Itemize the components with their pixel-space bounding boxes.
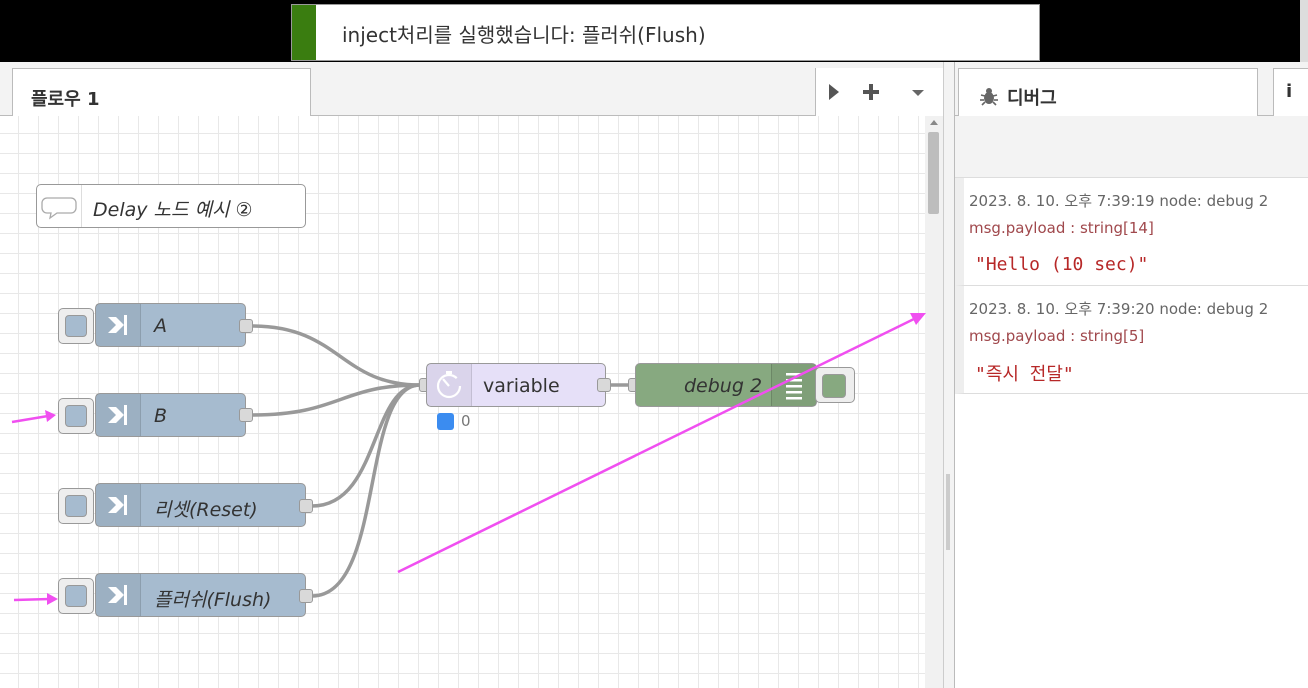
debug-message[interactable]: 2023. 8. 10. 오후 7:39:19 node: debug 2 ms…: [955, 178, 1308, 286]
sidebar-tab-bar: 디버그 i: [955, 62, 1308, 117]
message-value[interactable]: "Hello (10 sec)": [975, 254, 1148, 275]
tab-debug[interactable]: 디버그: [958, 68, 1258, 117]
separator-handle[interactable]: [946, 474, 950, 550]
debug-message-list: 2023. 8. 10. 오후 7:39:19 node: debug 2 ms…: [955, 178, 1308, 688]
message-meta: 2023. 8. 10. 오후 7:39:19 node: debug 2: [969, 192, 1269, 210]
annotation-arrowhead-flush: [47, 593, 58, 605]
annotation-layer: [11, 313, 926, 605]
debug-toolbar: [955, 116, 1308, 178]
message-value[interactable]: "즉시 전달": [975, 360, 1074, 386]
debug-tab-label: 디버그: [1007, 88, 1057, 109]
annotation-arrowhead-b: [45, 410, 56, 422]
message-topic[interactable]: msg.payload : string[5]: [969, 327, 1144, 345]
top-bar-edge: [1300, 0, 1308, 62]
tab-info[interactable]: i: [1273, 68, 1308, 116]
message-topic[interactable]: msg.payload : string[14]: [969, 219, 1154, 237]
debug-message[interactable]: 2023. 8. 10. 오후 7:39:20 node: debug 2 ms…: [955, 286, 1308, 394]
info-icon: i: [1286, 81, 1293, 102]
sidebar-separator[interactable]: [943, 62, 955, 688]
annotation-arrow-debug: [397, 316, 917, 574]
annotation-arrow-flush: [13, 597, 51, 602]
bug-icon: [980, 88, 998, 106]
annotation-arrow-b: [11, 414, 49, 424]
message-meta: 2023. 8. 10. 오후 7:39:20 node: debug 2: [969, 300, 1269, 318]
